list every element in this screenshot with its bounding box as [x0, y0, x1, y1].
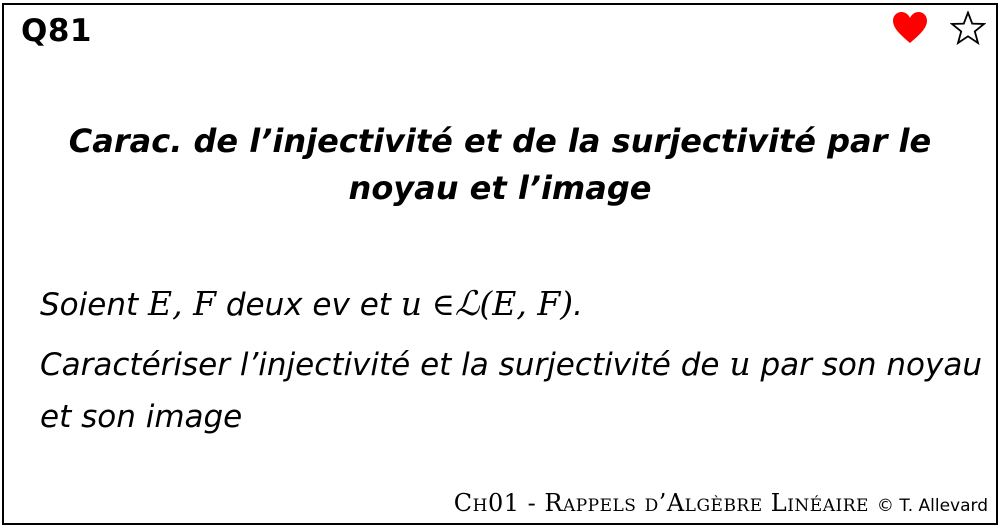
question-before: Caractériser l’injectivité et la surject…	[40, 347, 720, 383]
math-u-question: u	[729, 344, 751, 383]
star-icon[interactable]	[950, 11, 986, 45]
statement-hypothesis: Soient E, F deux ev et u ∈ℒ(E, F).	[40, 275, 982, 334]
card-title: Carac. de l’injectivité et de la surject…	[68, 122, 932, 207]
card-icons	[892, 11, 986, 45]
author-credit: © T. Allevard	[876, 496, 988, 516]
card-footer: Ch01 - Rappels d’Algèbre Linéaire © T. A…	[454, 489, 988, 517]
statement-middle: deux ev et	[225, 287, 391, 323]
statement-question: Caractériser l’injectivité et la surject…	[40, 338, 982, 443]
math-in-symbol: ∈	[431, 287, 455, 323]
flashcard: Q81 Carac. de l’injectivité et de la sur…	[2, 3, 998, 525]
question-id: Q81	[21, 13, 92, 49]
chapter-label: Ch01 - Rappels d’Algèbre Linéaire	[453, 489, 869, 517]
math-script-L: ℒ	[454, 284, 480, 324]
heart-icon[interactable]	[892, 11, 928, 45]
card-statement: Soient E, F deux ev et u ∈ℒ(E, F). Carac…	[40, 275, 982, 443]
math-vars: E, F	[148, 284, 216, 323]
math-args: (E, F)	[479, 284, 574, 323]
statement-end: .	[573, 287, 583, 323]
math-u: u	[400, 284, 423, 323]
statement-prefix: Soient	[40, 287, 139, 323]
